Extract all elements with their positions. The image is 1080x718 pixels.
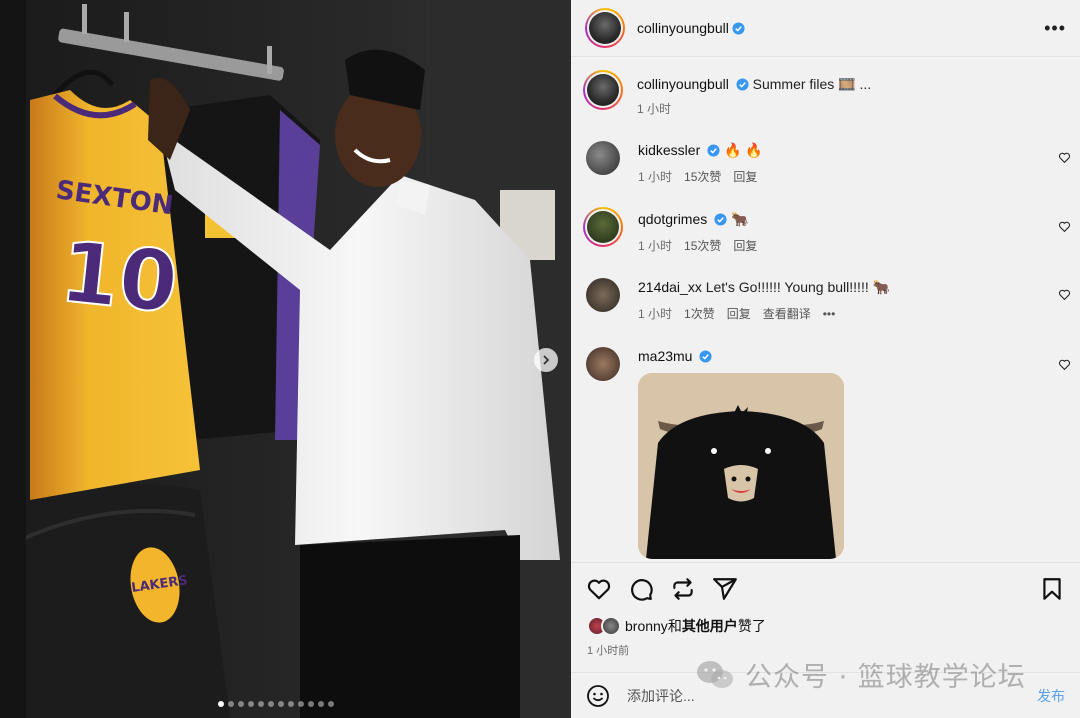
post-sidebar: collinyoungbull ••• collinyoungbull Summ…: [571, 0, 1080, 718]
author-username[interactable]: collinyoungbull: [637, 20, 729, 36]
likes-others[interactable]: 其他用户: [682, 616, 738, 636]
reply-button[interactable]: 回复: [733, 168, 757, 185]
commenter-avatar[interactable]: [586, 347, 620, 381]
comment-username[interactable]: 214dai_xx: [638, 279, 702, 295]
comment-text: 🔥 🔥: [724, 142, 763, 158]
author-avatar[interactable]: [585, 8, 625, 48]
comments-list[interactable]: collinyoungbull Summer files 🎞️ ... 1 小时…: [571, 58, 1080, 562]
comment-time: 1 小时: [638, 170, 673, 184]
more-options-icon[interactable]: •••: [1044, 19, 1066, 37]
comment-item: 214dai_xx Let's Go!!!!!! Young bull!!!!!…: [571, 278, 1080, 322]
post-timestamp: 1 小时前: [587, 645, 630, 657]
carousel-dot[interactable]: [268, 701, 274, 707]
share-icon[interactable]: [712, 576, 738, 602]
carousel-dot[interactable]: [218, 701, 224, 707]
likes-summary[interactable]: bronny 和其他用户 赞了: [587, 616, 766, 636]
carousel-dot[interactable]: [278, 701, 284, 707]
carousel-dot[interactable]: [288, 701, 294, 707]
watermark: 公众号 · 篮球教学论坛: [695, 655, 1026, 694]
comment-username[interactable]: ma23mu: [638, 348, 692, 364]
post-header: collinyoungbull •••: [571, 0, 1080, 57]
author-avatar[interactable]: [583, 70, 623, 110]
caption-time: 1 小时: [637, 102, 672, 116]
comment-icon[interactable]: [628, 576, 654, 602]
emoji-icon[interactable]: [586, 684, 610, 708]
jersey-number: 10: [56, 222, 183, 332]
post-dialog: SEXTON 10 LAKERS collinyoungbull ••• col…: [0, 0, 1080, 718]
reply-button[interactable]: 回复: [727, 305, 751, 322]
comment-more-icon[interactable]: •••: [823, 307, 836, 321]
comment-text: 🐂: [731, 211, 749, 227]
carousel-next-button[interactable]: [534, 348, 558, 372]
carousel-dot[interactable]: [308, 701, 314, 707]
verified-badge-icon: [714, 213, 727, 226]
post-actions: [571, 562, 1080, 614]
comment-item: qdotgrimes 🐂 1 小时 15次赞 回复: [571, 207, 1080, 254]
post-comment-button[interactable]: 发布: [1037, 686, 1065, 706]
liker-avatars: [587, 616, 625, 636]
comment-item: kidkessler 🔥 🔥 1 小时 15次赞 回复: [571, 141, 1080, 185]
heart-icon[interactable]: [1058, 288, 1071, 301]
reply-button[interactable]: 回复: [733, 237, 757, 254]
post-photo: SEXTON 10 LAKERS: [0, 0, 571, 718]
comment-time: 1 小时: [638, 307, 673, 321]
comment-likes[interactable]: 15次赞: [684, 168, 721, 185]
bull-sticker[interactable]: [638, 373, 844, 559]
comment-username[interactable]: kidkessler: [638, 142, 700, 158]
comment-likes[interactable]: 1次赞: [684, 305, 715, 322]
commenter-avatar[interactable]: [586, 278, 620, 312]
caption-username[interactable]: collinyoungbull: [637, 76, 729, 92]
heart-icon[interactable]: [1058, 220, 1071, 233]
comment-item: ma23mu: [571, 347, 1080, 559]
carousel-dot[interactable]: [228, 701, 234, 707]
verified-badge-icon: [732, 21, 745, 35]
comment-username[interactable]: qdotgrimes: [638, 211, 707, 227]
caption-text: Summer files 🎞️ ...: [752, 76, 872, 92]
commenter-avatar[interactable]: [583, 207, 623, 247]
heart-icon[interactable]: [1058, 358, 1071, 371]
verified-badge-icon: [707, 144, 720, 157]
comment-time: 1 小时: [638, 239, 673, 253]
save-bookmark-icon[interactable]: [1039, 576, 1065, 602]
carousel-dot[interactable]: [248, 701, 254, 707]
carousel-dot[interactable]: [318, 701, 324, 707]
likes-connector: 和: [667, 618, 682, 634]
bull-icon: [638, 373, 844, 559]
heart-icon[interactable]: [1058, 151, 1071, 164]
see-translation-button[interactable]: 查看翻译: [763, 305, 811, 322]
post-media[interactable]: SEXTON 10 LAKERS: [0, 0, 571, 718]
chevron-right-icon: [543, 355, 550, 365]
liker-username[interactable]: bronny: [625, 618, 668, 634]
commenter-avatar[interactable]: [586, 141, 620, 175]
carousel-dot[interactable]: [238, 701, 244, 707]
verified-badge-icon: [736, 78, 749, 91]
verified-badge-icon: [699, 350, 712, 363]
watermark-text: 公众号 · 篮球教学论坛: [745, 662, 1026, 693]
carousel-dot[interactable]: [258, 701, 264, 707]
comment-text: Let's Go!!!!!! Young bull!!!!! 🐂: [705, 279, 891, 295]
carousel-indicator: [218, 701, 342, 709]
wechat-logo-icon: [697, 660, 733, 688]
comment-likes[interactable]: 15次赞: [684, 237, 721, 254]
likes-suffix: 赞了: [737, 618, 766, 634]
like-heart-icon[interactable]: [586, 576, 612, 602]
carousel-dot[interactable]: [328, 701, 334, 707]
caption: collinyoungbull Summer files 🎞️ ... 1 小时: [571, 70, 1080, 117]
repost-icon[interactable]: [670, 576, 696, 602]
carousel-dot[interactable]: [298, 701, 304, 707]
